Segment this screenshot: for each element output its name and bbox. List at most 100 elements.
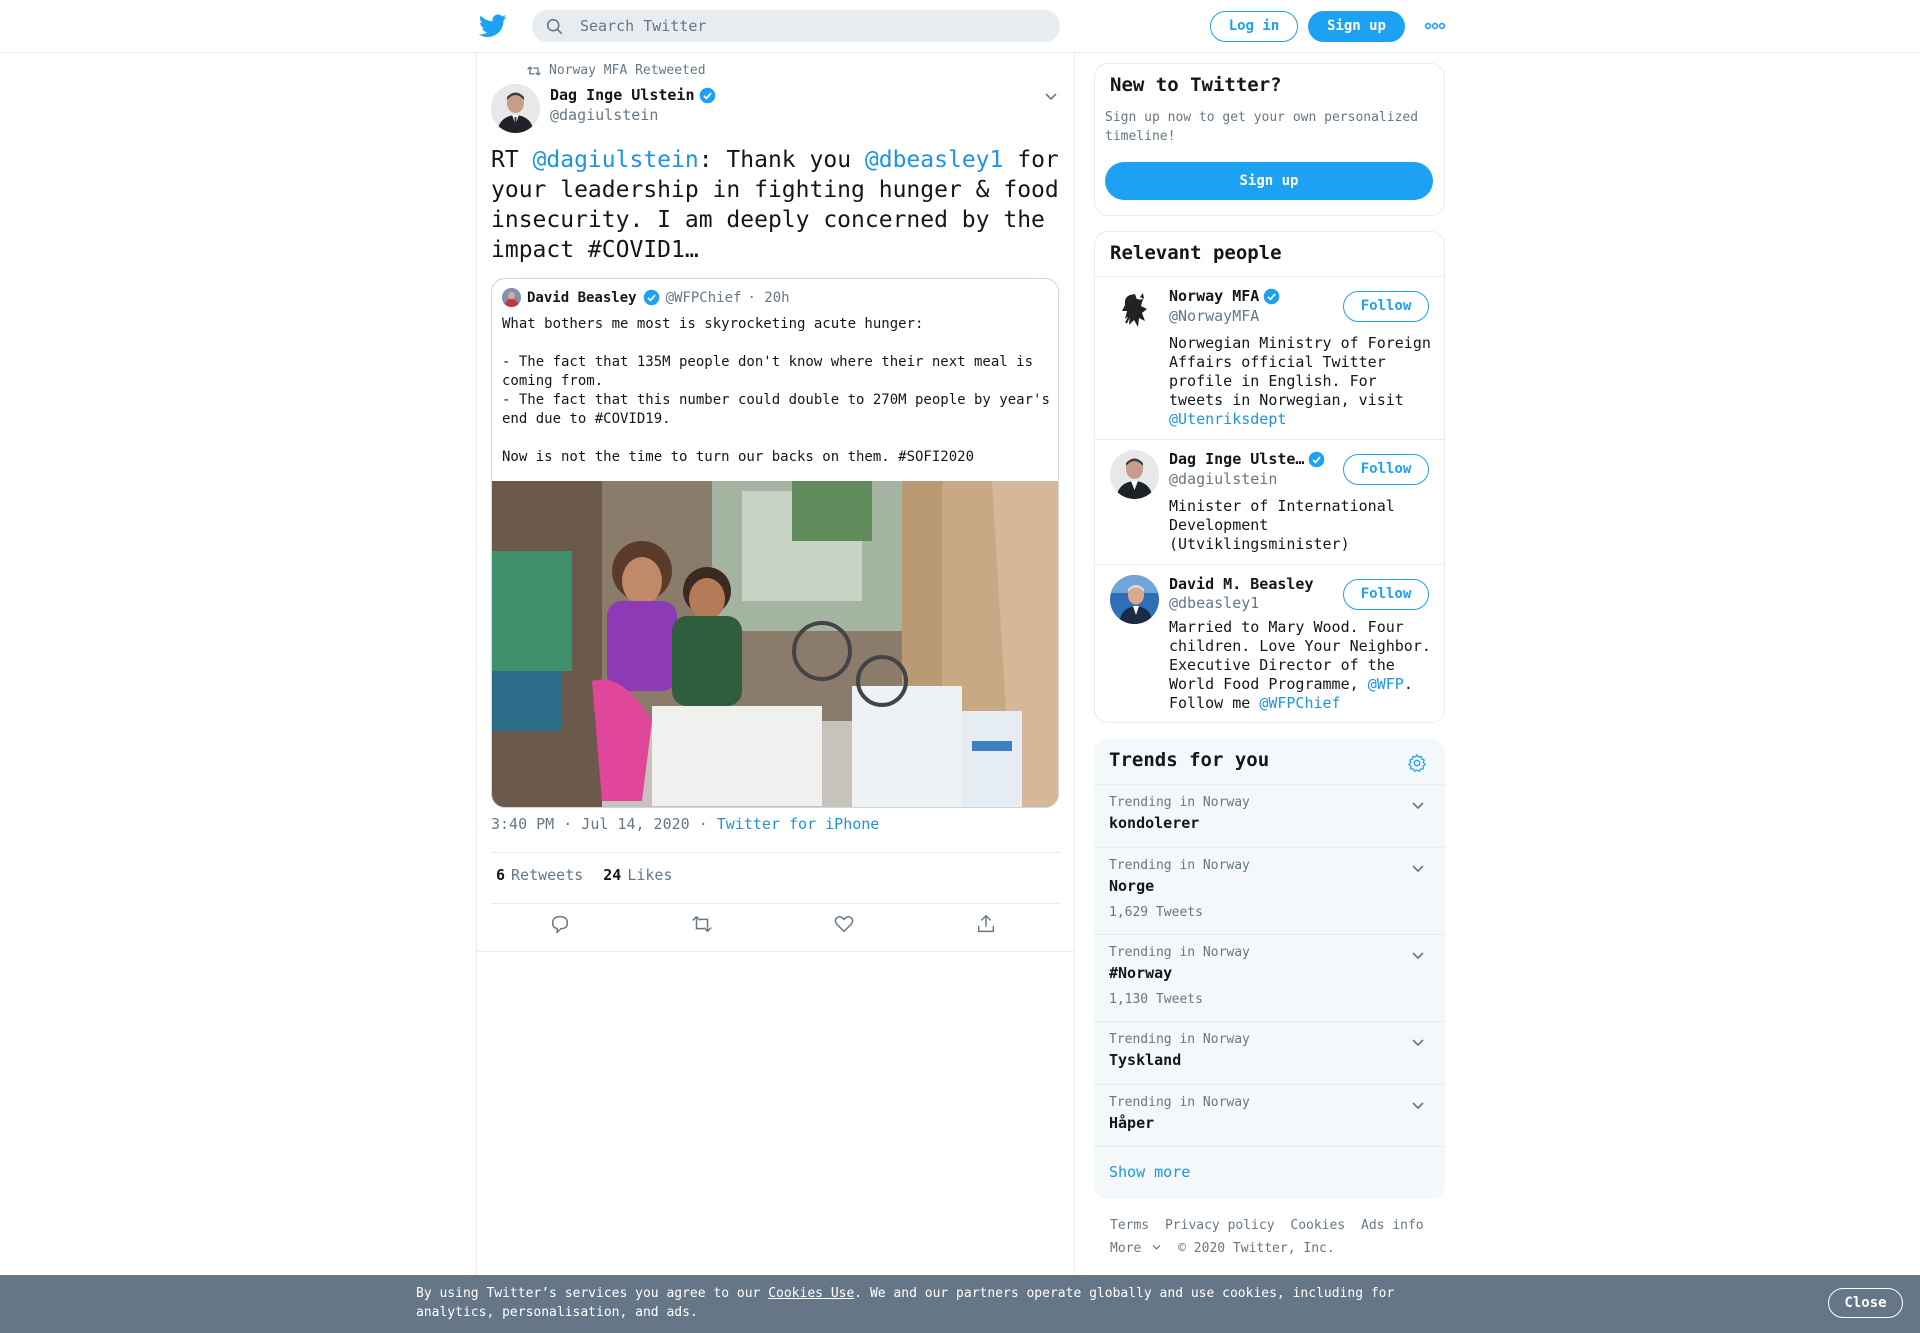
author-handle[interactable]: @dagiulstein — [550, 106, 658, 124]
person-name[interactable]: Norway MFA — [1169, 287, 1280, 305]
tweet-text-part: : Thank you — [698, 147, 865, 173]
trend-item[interactable]: Trending in Norway Tyskland — [1094, 1021, 1445, 1084]
author-name-text[interactable]: Dag Inge Ulstein — [550, 86, 695, 104]
cookie-close-button[interactable]: Close — [1828, 1288, 1903, 1318]
chevron-down-icon[interactable] — [1043, 88, 1059, 104]
more-dots-icon[interactable] — [1424, 18, 1446, 34]
bio-link[interactable]: @WFPChief — [1259, 694, 1340, 712]
chevron-down-icon[interactable] — [1410, 860, 1426, 876]
likes-stat[interactable]: 24 Likes — [603, 866, 672, 884]
tweet-text-part: RT — [491, 147, 533, 173]
david-beasley-avatar[interactable] — [1110, 575, 1159, 624]
trend-name[interactable]: Håper — [1109, 1114, 1154, 1132]
reply-icon[interactable] — [549, 913, 571, 935]
trend-context: Trending in Norway — [1109, 1095, 1250, 1110]
quoted-tweet-photo[interactable] — [492, 481, 1059, 808]
trend-item[interactable]: Trending in Norway kondolerer — [1094, 784, 1445, 847]
chevron-down-icon[interactable] — [1410, 947, 1426, 963]
person-norway-mfa[interactable]: Norway MFA @NorwayMFA Follow Norwegian M… — [1095, 276, 1444, 439]
bio-link[interactable]: @WFP — [1368, 675, 1404, 693]
footer-more-label[interactable]: More — [1110, 1241, 1141, 1256]
quoted-tweet-header: David Beasley @WFPChief · 20h — [502, 288, 790, 307]
norway-mfa-avatar[interactable] — [1110, 287, 1159, 336]
trend-name[interactable]: Norge — [1109, 877, 1154, 895]
footer-more[interactable]: More — [1110, 1241, 1162, 1256]
tweet-meta: 3:40 PM · Jul 14, 2020 · Twitter for iPh… — [491, 815, 879, 833]
retweet-action-icon[interactable] — [691, 913, 713, 935]
show-more-link[interactable]: Show more — [1109, 1163, 1190, 1181]
mention-link[interactable]: @dbeasley1 — [865, 147, 1003, 173]
trend-name[interactable]: Tyskland — [1109, 1051, 1181, 1069]
person-bio: Norwegian Ministry of Foreign Affairs of… — [1169, 334, 1434, 429]
dag-inge-ulstein-avatar[interactable] — [1110, 450, 1159, 499]
trend-item[interactable]: Trending in Norway Håper — [1094, 1084, 1445, 1147]
person-handle[interactable]: @dbeasley1 — [1169, 594, 1259, 612]
chevron-down-icon[interactable] — [1410, 1097, 1426, 1113]
author-name[interactable]: Dag Inge Ulstein — [550, 86, 716, 104]
cookies-use-link[interactable]: Cookies Use — [768, 1286, 854, 1301]
chevron-down-icon[interactable] — [1410, 797, 1426, 813]
footer-link-terms[interactable]: Terms — [1110, 1218, 1149, 1233]
person-david-beasley[interactable]: David M. Beasley @dbeasley1 Follow Marri… — [1095, 564, 1444, 722]
retweet-context: Norway MFA Retweeted — [527, 63, 706, 78]
person-name-text[interactable]: David M. Beasley — [1169, 575, 1314, 593]
new-to-twitter-card: New to Twitter? Sign up now to get your … — [1094, 63, 1445, 216]
footer-link-privacy[interactable]: Privacy policy — [1165, 1218, 1275, 1233]
new-to-twitter-text: Sign up now to get your own personalized… — [1105, 110, 1419, 144]
mention-link[interactable]: @dagiulstein — [533, 147, 699, 173]
trend-context: Trending in Norway — [1109, 945, 1250, 960]
new-to-twitter-title: New to Twitter? — [1110, 74, 1282, 96]
divider — [477, 951, 1074, 952]
footer-copyright: © 2020 Twitter, Inc. — [1178, 1241, 1335, 1256]
twitter-bird-icon[interactable] — [479, 14, 507, 38]
person-handle[interactable]: @NorwayMFA — [1169, 307, 1259, 325]
retweet-context-text[interactable]: Norway MFA Retweeted — [549, 63, 706, 78]
person-name-text[interactable]: Norway MFA — [1169, 287, 1259, 305]
quoted-author-name: David Beasley — [527, 289, 637, 306]
cookie-text: By using Twitter’s services you agree to… — [416, 1284, 1416, 1322]
like-icon[interactable] — [833, 913, 855, 935]
trend-item[interactable]: Trending in Norway Norge 1,629 Tweets — [1094, 847, 1445, 934]
retweets-stat[interactable]: 6 Retweets — [496, 866, 583, 884]
follow-button[interactable]: Follow — [1343, 291, 1429, 322]
person-bio: Married to Mary Wood. Four children. Lov… — [1169, 618, 1434, 713]
person-handle[interactable]: @dagiulstein — [1169, 470, 1277, 488]
tweet-stats: 6 Retweets 24 Likes — [496, 866, 673, 884]
chevron-down-icon[interactable] — [1410, 1034, 1426, 1050]
follow-button[interactable]: Follow — [1343, 454, 1429, 485]
tweet-timestamp[interactable]: 3:40 PM · Jul 14, 2020 — [491, 815, 690, 833]
trend-name[interactable]: kondolerer — [1109, 814, 1199, 832]
quoted-author-handle: @WFPChief — [665, 289, 742, 306]
footer-link-ads-info[interactable]: Ads info — [1361, 1218, 1424, 1233]
footer-link-cookies[interactable]: Cookies — [1290, 1218, 1345, 1233]
follow-button[interactable]: Follow — [1343, 579, 1429, 610]
trends-title: Trends for you — [1109, 749, 1270, 771]
signup-button[interactable]: Sign up — [1308, 11, 1405, 42]
tweet-source-link[interactable]: Twitter for iPhone — [717, 815, 880, 833]
top-header: Log in Sign up — [0, 0, 1920, 53]
bio-link[interactable]: @Utenriksdept — [1169, 410, 1286, 428]
quoted-tweet-text: What bothers me most is skyrocketing acu… — [502, 316, 1050, 465]
login-button[interactable]: Log in — [1210, 11, 1298, 42]
trends-card: Trends for you Trending in Norway kondol… — [1094, 739, 1445, 1199]
gear-icon[interactable] — [1407, 753, 1427, 773]
likes-count: 24 — [603, 866, 622, 884]
person-dag-inge-ulstein[interactable]: Dag Inge Ulste… @dagiulstein Follow Mini… — [1095, 439, 1444, 564]
person-name[interactable]: Dag Inge Ulste… — [1169, 450, 1325, 468]
person-name[interactable]: David M. Beasley — [1169, 575, 1314, 593]
quoted-tweet[interactable]: David Beasley @WFPChief · 20h What bothe… — [491, 278, 1059, 808]
relevant-people-title: Relevant people — [1110, 242, 1282, 264]
likes-label: Likes — [627, 866, 673, 884]
person-name-text[interactable]: Dag Inge Ulste… — [1169, 450, 1304, 468]
trend-context: Trending in Norway — [1109, 1032, 1250, 1047]
search-box[interactable] — [532, 10, 1060, 42]
sidebar-signup-button[interactable]: Sign up — [1105, 162, 1433, 200]
trend-name[interactable]: #Norway — [1109, 964, 1172, 982]
share-icon[interactable] — [975, 913, 997, 935]
cookie-banner: By using Twitter’s services you agree to… — [0, 1275, 1920, 1333]
author-avatar[interactable] — [491, 84, 540, 133]
search-input[interactable] — [580, 10, 1040, 42]
trend-item[interactable]: Trending in Norway #Norway 1,130 Tweets — [1094, 934, 1445, 1021]
verified-badge-icon — [1309, 451, 1325, 467]
verified-badge-icon — [1264, 288, 1280, 304]
